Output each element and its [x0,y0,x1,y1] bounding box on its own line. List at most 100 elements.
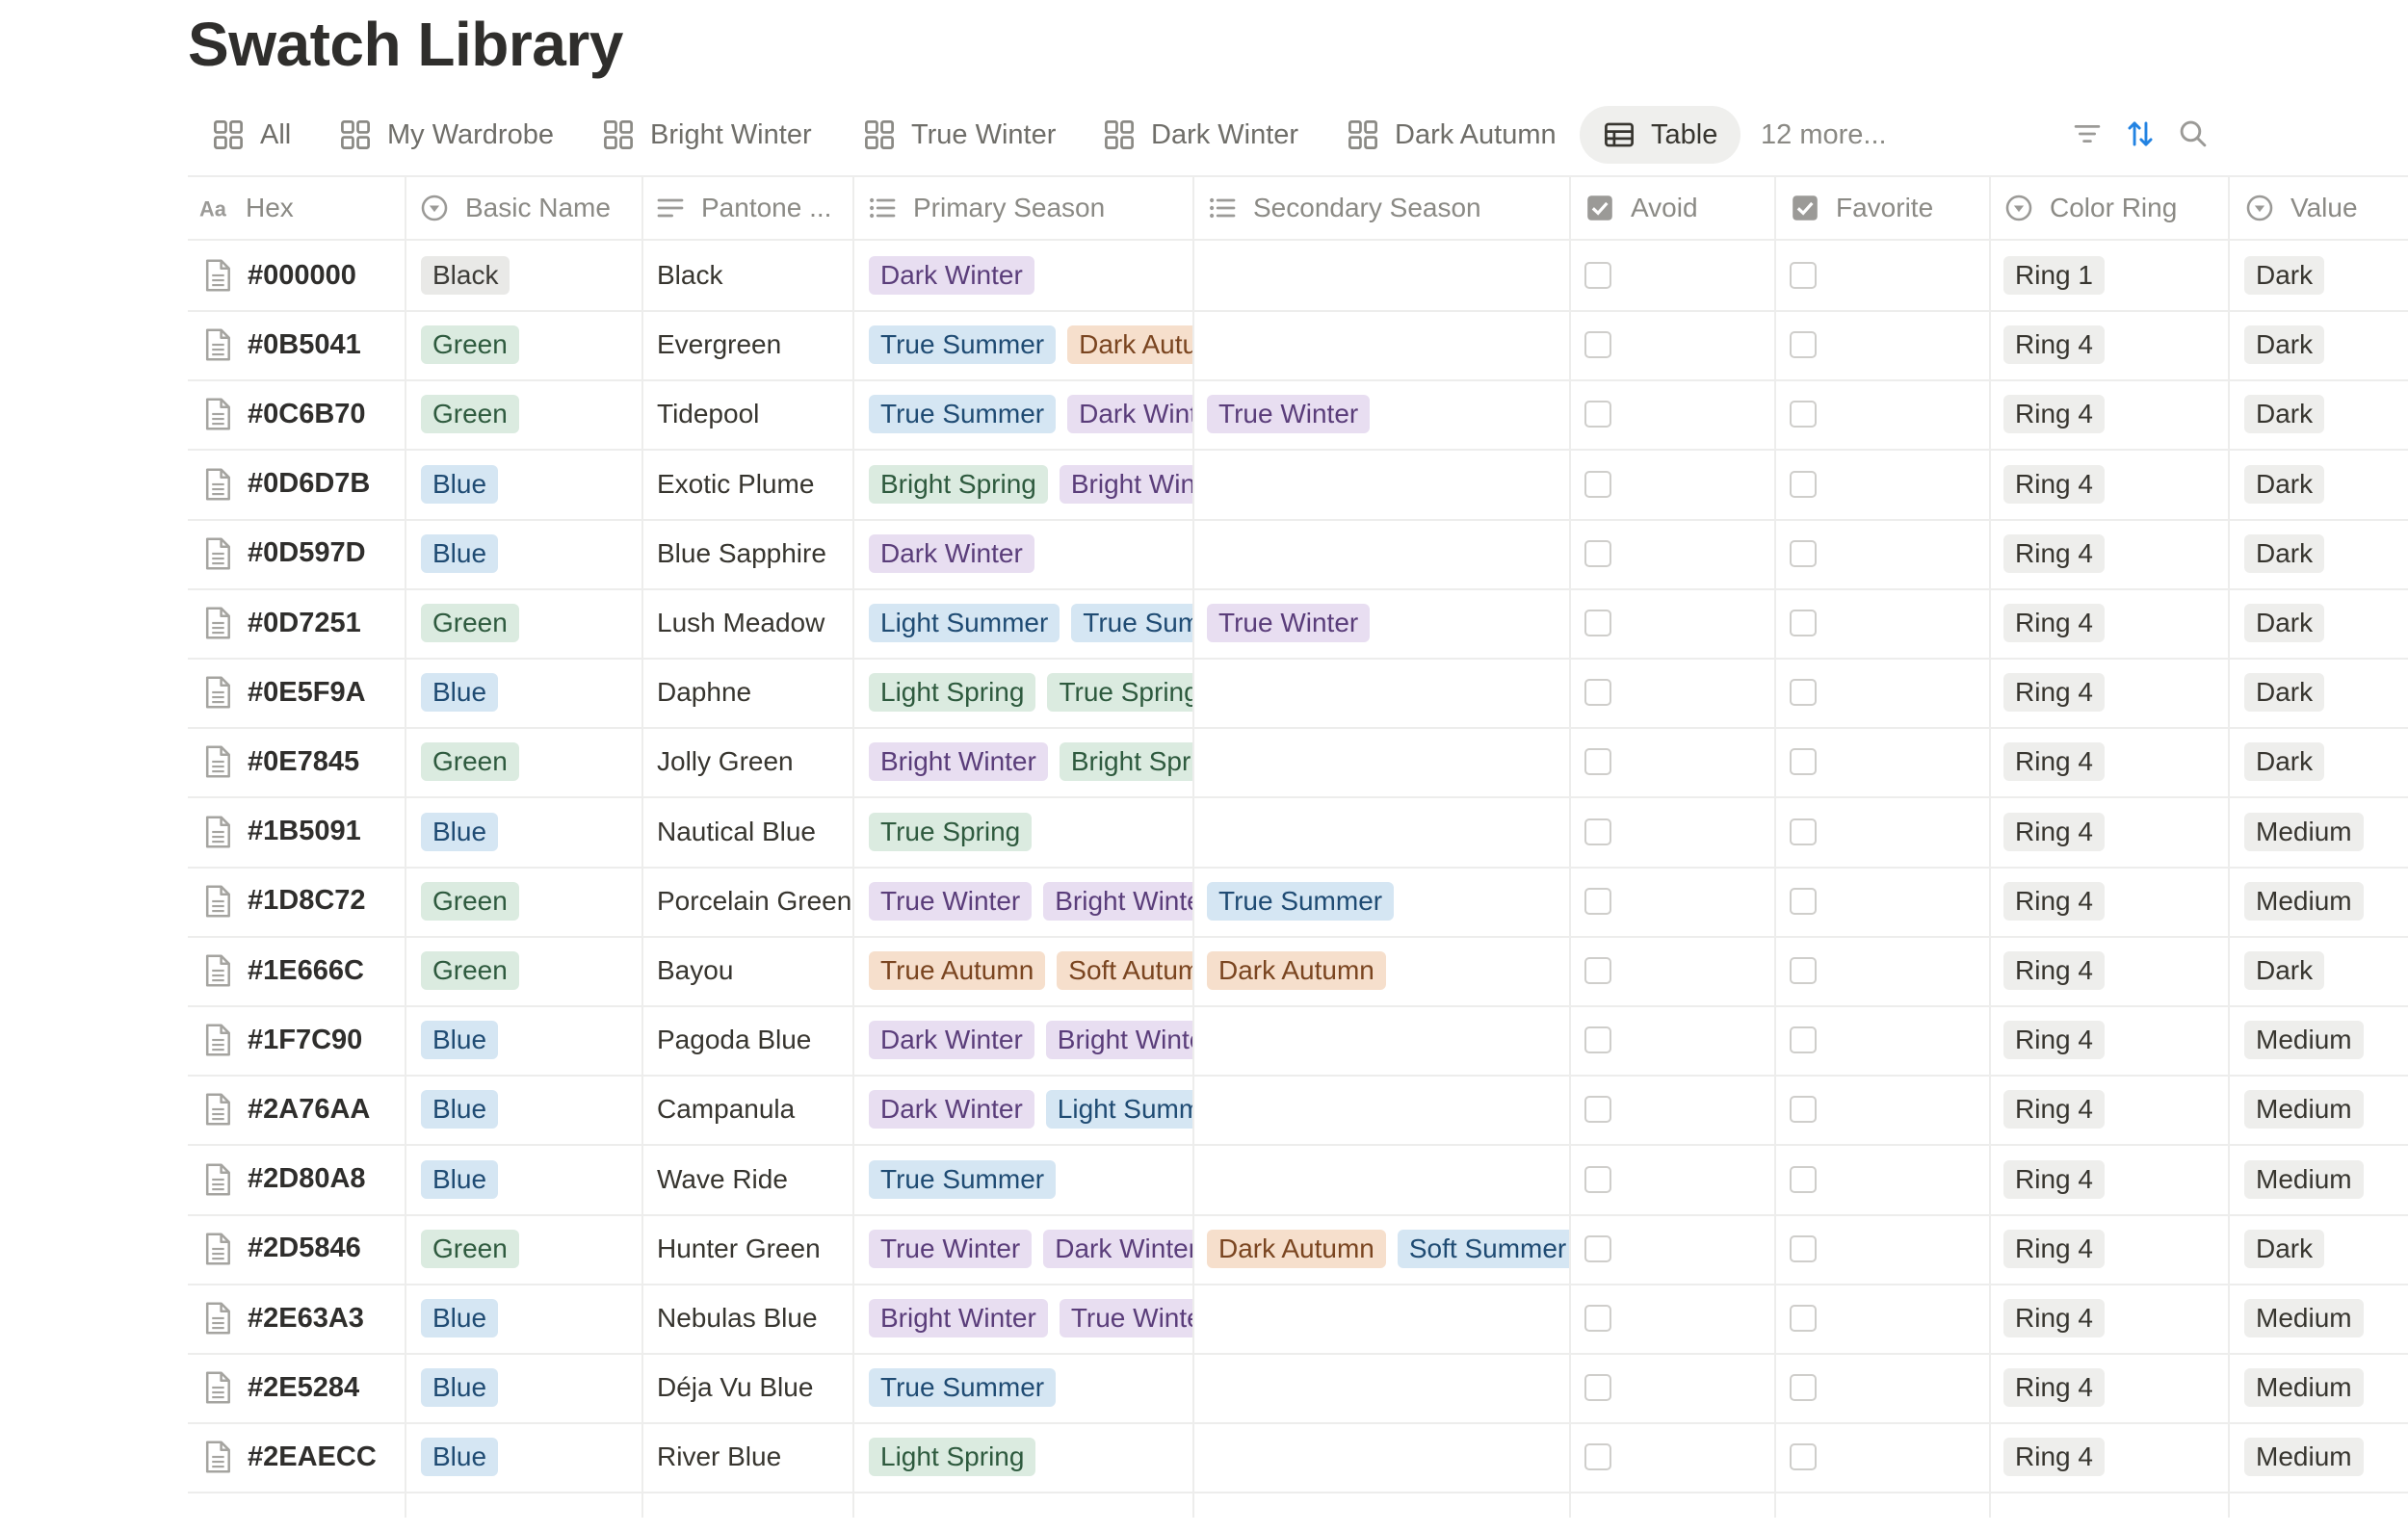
color-ring-cell[interactable]: Ring 4 [2003,658,2228,727]
primary-season-cell[interactable]: Light Spring True Spring [869,658,1192,727]
table-row[interactable]: #2D5846 Green Hunter Green True Winter Dark … [188,1214,2408,1285]
primary-season-cell[interactable]: True Autumn Soft Autumn [869,936,1192,1005]
favorite-checkbox[interactable] [1790,262,1817,289]
color-ring-cell[interactable]: Ring 4 [2003,588,2228,658]
avoid-checkbox[interactable] [1584,1096,1611,1124]
table-row[interactable]: #0E5F9A Blue Daphne Light Spring True Spring… [188,658,2408,730]
basic-name-cell[interactable]: Green [421,379,641,449]
value-cell[interactable]: Dark [2244,727,2408,796]
hex-cell[interactable]: #0E5F9A [201,658,405,727]
avoid-checkbox[interactable] [1584,1165,1611,1193]
secondary-season-cell[interactable]: True Summer [1207,867,1569,936]
secondary-season-cell[interactable] [1207,519,1569,588]
tab-bright-winter[interactable]: Bright Winter [602,106,812,164]
pantone-cell[interactable]: Jolly Green [657,727,852,796]
pantone-cell[interactable]: Tidepool [657,379,852,449]
value-cell[interactable]: Medium [2244,1005,2408,1075]
column-header-pantone[interactable]: Pantone ... [655,177,831,239]
favorite-checkbox[interactable] [1790,887,1817,915]
secondary-season-cell[interactable] [1207,450,1569,519]
basic-name-cell[interactable]: Blue [421,450,641,519]
basic-name-cell[interactable]: Green [421,310,641,379]
secondary-season-cell[interactable] [1207,1284,1569,1353]
color-ring-cell[interactable]: Ring 4 [2003,1422,2228,1492]
table-row[interactable]: #0E7845 Green Jolly Green Bright Winter Brig… [188,727,2408,799]
primary-season-cell[interactable]: Dark Winter [869,519,1192,588]
table-row[interactable]: #0D7251 Green Lush Meadow Light Summer True … [188,588,2408,660]
favorite-checkbox[interactable] [1790,610,1817,636]
table-row[interactable]: #1D8C72 Green Porcelain Green True Winter Br… [188,867,2408,938]
color-ring-cell[interactable]: Ring 4 [2003,1075,2228,1144]
pantone-cell[interactable]: River Blue [657,1422,852,1492]
tab-dark-autumn[interactable]: Dark Autumn [1347,106,1557,164]
favorite-checkbox[interactable] [1790,470,1817,498]
primary-season-cell[interactable]: Dark Winter Bright Winter [869,1005,1192,1075]
pantone-cell[interactable]: Pagoda Blue [657,1005,852,1075]
pantone-cell[interactable]: Wave Ride [657,1145,852,1214]
primary-season-cell[interactable]: True SummerDark Autumn [869,310,1192,379]
hex-cell[interactable]: #2D80A8 [201,1145,405,1214]
secondary-season-cell[interactable] [1207,727,1569,796]
table-row[interactable]: #2A76AA Blue Campanula Dark Winter Light Sum… [188,1075,2408,1147]
secondary-season-cell[interactable] [1207,310,1569,379]
primary-season-cell[interactable]: True WinterBright Winter [869,867,1192,936]
column-header-primary-season[interactable]: Primary Season [867,177,1105,239]
avoid-checkbox[interactable] [1584,818,1611,845]
hex-cell[interactable]: #1B5091 [201,797,405,867]
avoid-checkbox[interactable] [1584,1026,1611,1054]
avoid-checkbox[interactable] [1584,887,1611,915]
color-ring-cell[interactable]: Ring 4 [2003,519,2228,588]
avoid-checkbox[interactable] [1584,748,1611,776]
secondary-season-cell[interactable]: True Winter [1207,379,1569,449]
favorite-checkbox[interactable] [1790,331,1817,359]
avoid-checkbox[interactable] [1584,957,1611,984]
primary-season-cell[interactable]: Bright Winter True Winter [869,1284,1192,1353]
table-row[interactable]: #2D80A8 Blue Wave Ride True Summer Ring 4 Med… [188,1145,2408,1216]
color-ring-cell[interactable]: Ring 4 [2003,379,2228,449]
value-cell[interactable]: Dark [2244,588,2408,658]
hex-cell[interactable]: #1D8C72 [201,867,405,936]
pantone-cell[interactable]: Nautical Blue [657,797,852,867]
avoid-checkbox[interactable] [1584,679,1611,707]
basic-name-cell[interactable]: Blue [421,1005,641,1075]
primary-season-cell[interactable]: Bright Spring Bright Winter [869,450,1192,519]
pantone-cell[interactable]: Bayou [657,936,852,1005]
basic-name-cell[interactable]: Green [421,936,641,1005]
secondary-season-cell[interactable] [1207,1353,1569,1422]
favorite-checkbox[interactable] [1790,1096,1817,1124]
value-cell[interactable]: Dark [2244,241,2408,310]
basic-name-cell[interactable]: Black [421,241,641,310]
color-ring-cell[interactable]: Ring 4 [2003,727,2228,796]
favorite-checkbox[interactable] [1790,1305,1817,1332]
favorite-checkbox[interactable] [1790,401,1817,428]
sort-icon[interactable] [2124,117,2157,150]
favorite-checkbox[interactable] [1790,1234,1817,1262]
avoid-checkbox[interactable] [1584,331,1611,359]
favorite-checkbox[interactable] [1790,679,1817,707]
color-ring-cell[interactable]: Ring 4 [2003,867,2228,936]
secondary-season-cell[interactable] [1207,1005,1569,1075]
basic-name-cell[interactable]: Blue [421,519,641,588]
hex-cell[interactable]: #000000 [201,241,405,310]
tab-dark-winter[interactable]: Dark Winter [1103,106,1298,164]
table-row[interactable]: #2E5284 Blue Déja Vu Blue True Summer Ring 4… [188,1353,2408,1425]
color-ring-cell[interactable]: Ring 4 [2003,310,2228,379]
secondary-season-cell[interactable] [1207,1075,1569,1144]
avoid-checkbox[interactable] [1584,1234,1611,1262]
column-header-basic-name[interactable]: Basic Name [419,177,611,239]
pantone-cell[interactable]: Nebulas Blue [657,1284,852,1353]
pantone-cell[interactable]: Hunter Green [657,1214,852,1284]
hex-cell[interactable]: #1E666C [201,936,405,1005]
primary-season-cell[interactable]: Dark Winter [869,241,1192,310]
basic-name-cell[interactable]: Blue [421,1284,641,1353]
value-cell[interactable]: Dark [2244,936,2408,1005]
hex-cell[interactable]: #1F7C90 [201,1005,405,1075]
hex-cell[interactable]: #2EAECC [201,1422,405,1492]
favorite-checkbox[interactable] [1790,957,1817,984]
color-ring-cell[interactable]: Ring 4 [2003,1005,2228,1075]
avoid-checkbox[interactable] [1584,1443,1611,1471]
tab-true-winter[interactable]: True Winter [863,106,1056,164]
value-cell[interactable]: Dark [2244,310,2408,379]
pantone-cell[interactable]: Porcelain Green [657,867,852,936]
table-row[interactable]: #0D6D7B Blue Exotic Plume Bright Spring Brig… [188,450,2408,521]
